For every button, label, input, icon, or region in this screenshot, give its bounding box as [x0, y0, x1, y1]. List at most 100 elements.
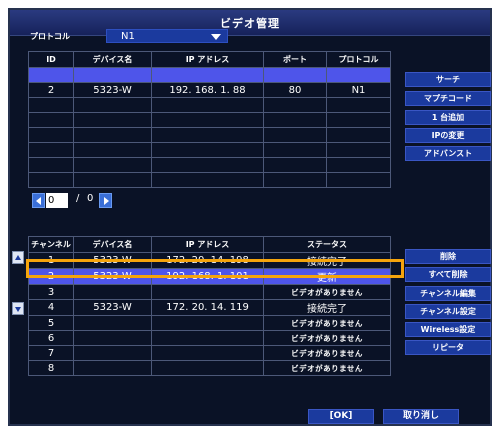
- channel-table: チャンネル デバイス名 IP アドレス ステータス 1 5323-W 172. 20…: [28, 236, 391, 376]
- channel-edit-button[interactable]: チャンネル編集: [405, 286, 491, 301]
- title-bar: ビデオ管理: [10, 10, 490, 36]
- table-row[interactable]: 2 5323-W 192. 168. 1. 88 80 N1: [28, 82, 391, 98]
- wireless-settings-button[interactable]: Wireless設定: [405, 322, 491, 337]
- delete-button[interactable]: 削除: [405, 249, 491, 264]
- column-header-ip-address: IP アドレス: [151, 236, 264, 253]
- delete-all-button[interactable]: すべて削除: [405, 267, 491, 282]
- cancel-button[interactable]: 取り消し: [383, 409, 459, 424]
- advanced-button[interactable]: アドバンスト: [405, 146, 491, 161]
- cell-channel: 7: [28, 345, 74, 361]
- cell-ip: [151, 112, 264, 128]
- table-header-row: ID デバイス名 IP アドレス ポート プロトコル: [28, 51, 391, 68]
- selected-row-highlight: [26, 259, 404, 278]
- column-header-port: ポート: [263, 51, 327, 68]
- channel-settings-button[interactable]: チャンネル設定: [405, 304, 491, 319]
- table-row[interactable]: 5 ビデオがありません: [28, 315, 391, 331]
- cell-port: 80: [263, 82, 327, 98]
- cell-protocol: [326, 127, 391, 143]
- column-header-id: ID: [28, 51, 74, 68]
- cell-ip: [151, 360, 264, 376]
- cell-channel: 6: [28, 330, 74, 346]
- table-row[interactable]: [28, 67, 391, 83]
- page-next-button[interactable]: [99, 193, 112, 208]
- cell-protocol: N1: [326, 82, 391, 98]
- table-header-row: チャンネル デバイス名 IP アドレス ステータス: [28, 236, 391, 253]
- cell-status: ビデオがありません: [263, 330, 391, 346]
- cell-ip: [151, 142, 264, 158]
- table-row[interactable]: [28, 142, 391, 158]
- cell-channel: 8: [28, 360, 74, 376]
- cell-ip: [151, 157, 264, 173]
- multicode-button[interactable]: マプチコード: [405, 91, 491, 106]
- cell-channel: 3: [28, 284, 74, 300]
- cell-device-name: [73, 360, 152, 376]
- cell-protocol: [326, 172, 391, 188]
- column-header-device-name: デバイス名: [73, 51, 152, 68]
- page-separator: /: [76, 193, 80, 204]
- change-ip-button[interactable]: IPの変更: [405, 128, 491, 143]
- cell-ip: 192. 168. 1. 88: [151, 82, 264, 98]
- search-button[interactable]: サーチ: [405, 72, 491, 87]
- cell-port: [263, 172, 327, 188]
- cell-protocol: [326, 142, 391, 158]
- cell-device-name: 5323-W: [73, 299, 152, 316]
- column-header-channel: チャンネル: [28, 236, 74, 253]
- table-row[interactable]: 6 ビデオがありません: [28, 330, 391, 346]
- cell-device-name: [73, 67, 152, 83]
- cell-ip: 172. 20. 14. 119: [151, 299, 264, 316]
- cell-port: [263, 157, 327, 173]
- column-header-device-name: デバイス名: [73, 236, 152, 253]
- cell-status: ビデオがありません: [263, 345, 391, 361]
- table-row[interactable]: 8 ビデオがありません: [28, 360, 391, 376]
- cell-id: [28, 67, 74, 83]
- cell-device-name: [73, 345, 152, 361]
- table-row[interactable]: [28, 157, 391, 173]
- add-one-button[interactable]: 1 台追加: [405, 110, 491, 125]
- cell-device-name: [73, 157, 152, 173]
- scroll-down-button[interactable]: [12, 302, 24, 315]
- table-row[interactable]: 4 5323-W 172. 20. 14. 119 接続完了: [28, 299, 391, 316]
- cell-ip: [151, 67, 264, 83]
- table-row[interactable]: [28, 172, 391, 188]
- scroll-up-button[interactable]: [12, 251, 24, 264]
- cell-device-name: [73, 97, 152, 113]
- cell-ip: [151, 315, 264, 331]
- chevron-down-icon: [211, 34, 221, 40]
- cell-id: [28, 142, 74, 158]
- table-row[interactable]: [28, 127, 391, 143]
- cell-id: [28, 127, 74, 143]
- table-row[interactable]: 7 ビデオがありません: [28, 345, 391, 361]
- cell-ip: [151, 284, 264, 300]
- cell-id: [28, 172, 74, 188]
- column-header-protocol: プロトコル: [326, 51, 391, 68]
- cell-device-name: [73, 330, 152, 346]
- arrow-down-icon: [15, 307, 21, 312]
- cell-device-name: [73, 315, 152, 331]
- cell-device-name: [73, 112, 152, 128]
- cell-ip: [151, 97, 264, 113]
- cell-protocol: [326, 112, 391, 128]
- cell-ip: [151, 345, 264, 361]
- cell-port: [263, 142, 327, 158]
- ok-button[interactable]: [OK]: [308, 409, 374, 424]
- cell-status: ビデオがありません: [263, 284, 391, 300]
- protocol-select[interactable]: N1: [106, 29, 228, 43]
- repeater-button[interactable]: リピータ: [405, 340, 491, 355]
- cell-status: ビデオがありません: [263, 315, 391, 331]
- cell-port: [263, 127, 327, 143]
- cell-status: 接続完了: [263, 299, 391, 316]
- cell-protocol: [326, 67, 391, 83]
- page-prev-button[interactable]: [32, 193, 45, 208]
- column-header-status: ステータス: [263, 236, 391, 253]
- cell-device-name: [73, 172, 152, 188]
- protocol-label: プロトコル: [30, 32, 70, 41]
- chevron-left-icon: [36, 197, 41, 205]
- device-search-table: ID デバイス名 IP アドレス ポート プロトコル 2 5323-W 192. 1…: [28, 51, 391, 188]
- table-row[interactable]: [28, 97, 391, 113]
- cell-id: [28, 97, 74, 113]
- column-header-ip-address: IP アドレス: [151, 51, 264, 68]
- page-number-input[interactable]: 0: [46, 193, 68, 208]
- cell-id: [28, 112, 74, 128]
- table-row[interactable]: [28, 112, 391, 128]
- table-row[interactable]: 3 ビデオがありません: [28, 284, 391, 300]
